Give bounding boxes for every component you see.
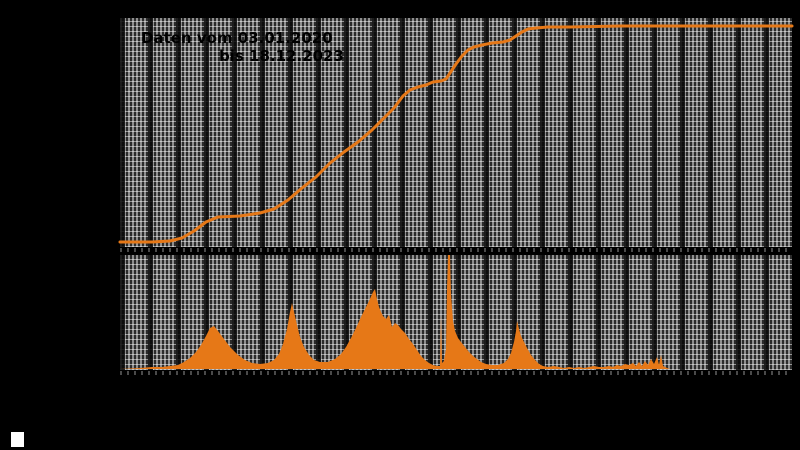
chart-title-line2: bis 18.12.2023	[219, 47, 344, 65]
daily-area-path	[120, 255, 792, 369]
chart-title-line1: Daten vom 03.01.2020	[141, 29, 333, 47]
chart-svg	[118, 24, 794, 369]
legend-key-swatch	[11, 432, 24, 447]
screenshot-root: Daten vom 03.01.2020 bis 18.12.2023	[0, 0, 800, 450]
